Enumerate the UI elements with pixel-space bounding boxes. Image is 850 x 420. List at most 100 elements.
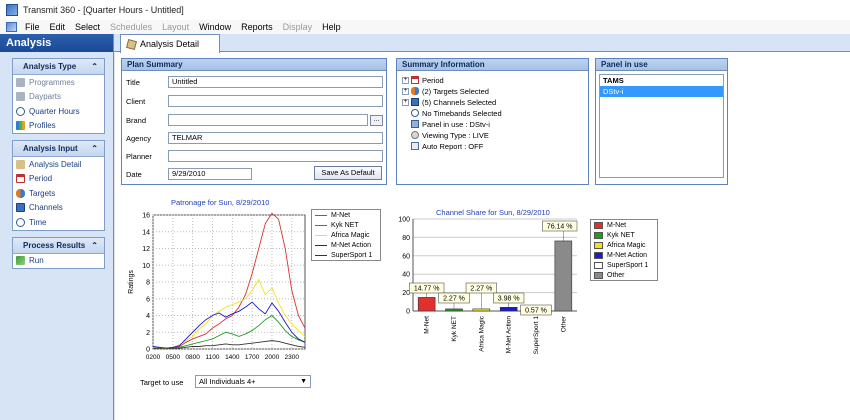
- x-tick-label: 1400: [225, 354, 240, 361]
- pencil-icon: [125, 38, 138, 50]
- sidebar-item-targets[interactable]: Targets: [13, 186, 104, 201]
- field-label: Client: [126, 96, 146, 106]
- legend-item-africa-magic: Africa Magic: [312, 230, 380, 240]
- brand-browse-button[interactable]: ...: [370, 114, 383, 126]
- sidebar-item-profiles[interactable]: Profiles: [13, 119, 104, 134]
- panel-title: Analysis Type: [23, 62, 77, 71]
- data-label-kyk-net: 2.27 %: [443, 296, 465, 303]
- sidebar-item-analysis-detail[interactable]: Analysis Detail: [13, 157, 104, 172]
- clock-icon: [411, 109, 419, 117]
- target-select[interactable]: All Individuals 4+ ▼: [195, 375, 311, 388]
- field-row-agency: Agency TELMAR: [126, 131, 383, 145]
- summary-row-targets[interactable]: + (2) Targets Selected: [402, 86, 489, 96]
- collapse-icon[interactable]: ⌃: [91, 241, 98, 250]
- legend-label: Kyk NET: [607, 231, 635, 239]
- sidebar-item-label: Period: [29, 174, 53, 184]
- planner-field[interactable]: [168, 150, 383, 162]
- sidebar-item-label: Quarter Hours: [29, 106, 80, 116]
- legend-line: [315, 214, 327, 216]
- sidebar-title: Analysis: [0, 34, 113, 52]
- x-tick-label: M-Net Action: [506, 316, 513, 354]
- patronage-chart: 0 2 4 6 8 10 12 14 16 0200 0500 0800 1100 1400 1700 200…: [128, 213, 306, 361]
- sidebar-item-label: Dayparts: [29, 92, 62, 102]
- legend-item-kyk-net: Kyk NET: [312, 220, 380, 230]
- field-row-title: Title Untitled: [126, 75, 383, 89]
- summary-information-box: Summary Information + Period + (2) Targe…: [396, 58, 589, 185]
- title-field[interactable]: Untitled: [168, 76, 383, 88]
- list-item[interactable]: DStv-i: [600, 86, 723, 97]
- menu-file[interactable]: File: [20, 20, 45, 34]
- panel-in-use-box: Panel in use TAMS DStv-i: [595, 58, 728, 185]
- sidebar-item-channels[interactable]: Channels: [13, 201, 104, 216]
- menu-edit[interactable]: Edit: [45, 20, 71, 34]
- panel-analysis-type: Analysis Type ⌃ Programmes Dayparts Quar…: [12, 58, 105, 134]
- expand-icon[interactable]: +: [402, 98, 409, 106]
- legend-item-m-net-action: M-Net Action: [591, 250, 657, 260]
- calendar-icon: [16, 174, 25, 184]
- menu-schedules[interactable]: Schedules: [105, 20, 157, 34]
- x-tick-label: M-Net: [424, 316, 431, 334]
- summary-row-timebands[interactable]: No Timebands Selected: [402, 108, 502, 118]
- panel-icon: [411, 120, 419, 128]
- client-field[interactable]: [168, 95, 383, 107]
- y-tick-label: 0: [146, 347, 150, 354]
- x-tick-label: 1100: [205, 354, 219, 361]
- pencil-icon: [16, 159, 25, 169]
- collapse-icon[interactable]: ⌃: [91, 62, 98, 71]
- sidebar-item-run[interactable]: Run: [13, 254, 104, 269]
- menu-reports[interactable]: Reports: [236, 20, 278, 34]
- sidebar-item-programmes[interactable]: Programmes: [13, 75, 104, 90]
- summary-row-label: Viewing Type : LIVE: [422, 130, 489, 140]
- expand-icon[interactable]: +: [402, 87, 409, 95]
- expand-icon[interactable]: +: [402, 76, 409, 84]
- panel-header[interactable]: Process Results ⌃: [13, 237, 104, 254]
- dropdown-arrow-icon[interactable]: ▼: [300, 376, 307, 387]
- target-label: Target to use: [140, 378, 184, 387]
- summary-row-period[interactable]: + Period: [402, 75, 444, 85]
- y-tick-label: 60: [402, 253, 410, 260]
- document-icon[interactable]: [6, 22, 17, 32]
- summary-row-channels[interactable]: + (5) Channels Selected: [402, 97, 496, 107]
- summary-row-auto-report[interactable]: Auto Report : OFF: [402, 141, 483, 151]
- analysis-sidebar: Analysis Analysis Type ⌃ Programmes Dayp…: [0, 34, 114, 420]
- collapse-icon[interactable]: ⌃: [91, 144, 98, 153]
- tab-analysis-detail[interactable]: Analysis Detail: [120, 34, 220, 53]
- brand-field[interactable]: [168, 114, 368, 126]
- sidebar-item-time[interactable]: Time: [13, 215, 104, 230]
- menu-window[interactable]: Window: [194, 20, 236, 34]
- sidebar-item-quarter-hours[interactable]: Quarter Hours: [13, 104, 104, 119]
- summary-row-panel[interactable]: Panel in use : DStv-i: [402, 119, 490, 129]
- tab-strip: Analysis Detail: [114, 34, 850, 53]
- sidebar-item-label: Channels: [29, 203, 63, 213]
- list-item[interactable]: TAMS: [600, 75, 723, 86]
- panel-header[interactable]: Analysis Input ⌃: [13, 141, 104, 157]
- agency-field[interactable]: TELMAR: [168, 132, 383, 144]
- y-tick-label: 80: [402, 235, 410, 242]
- y-tick-label: 20: [402, 290, 410, 297]
- calendar-icon: [411, 76, 419, 84]
- menu-layout[interactable]: Layout: [157, 20, 194, 34]
- run-icon: [16, 256, 25, 266]
- y-tick-label: 16: [142, 213, 150, 220]
- legend-item-m-net: M-Net: [591, 220, 657, 230]
- legend-label: Kyk NET: [331, 221, 359, 229]
- legend-label: Other: [607, 271, 625, 279]
- x-tick-label: Africa Magic: [478, 315, 485, 352]
- sidebar-item-label: Analysis Detail: [29, 159, 82, 169]
- panel-list: TAMS DStv-i: [599, 74, 724, 178]
- menu-help[interactable]: Help: [317, 20, 346, 34]
- save-as-default-button[interactable]: Save As Default: [314, 166, 382, 180]
- summary-row-viewing-type[interactable]: Viewing Type : LIVE: [402, 130, 489, 140]
- sidebar-item-period[interactable]: Period: [13, 172, 104, 187]
- field-label: Planner: [126, 151, 152, 161]
- grid-icon: [16, 92, 25, 102]
- x-tick-label: 0200: [146, 354, 161, 361]
- date-field[interactable]: 9/29/2010: [168, 168, 252, 180]
- analysis-detail-content: Plan Summary Title Untitled Client Brand…: [114, 53, 850, 420]
- menu-select[interactable]: Select: [70, 20, 105, 34]
- panel-header[interactable]: Analysis Type ⌃: [13, 59, 104, 75]
- y-tick-label: 0: [406, 309, 410, 316]
- sidebar-item-dayparts[interactable]: Dayparts: [13, 90, 104, 105]
- menu-display[interactable]: Display: [278, 20, 318, 34]
- legend-swatch: [594, 251, 603, 259]
